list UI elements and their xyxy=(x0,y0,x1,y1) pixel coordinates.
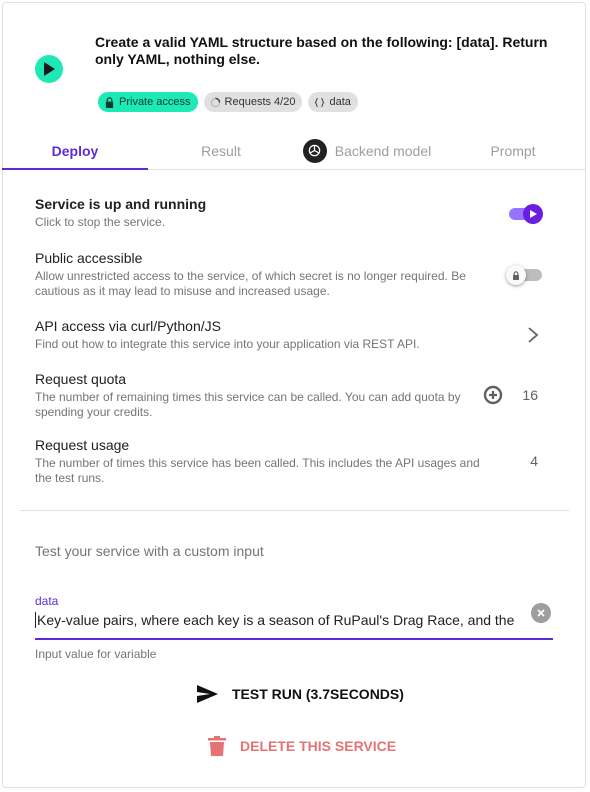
api-access-row[interactable]: API access via curl/Python/JS Find out h… xyxy=(35,318,555,352)
tab-label: Result xyxy=(201,142,241,159)
requests-chip[interactable]: Requests 4/20 xyxy=(203,92,303,112)
test-run-button[interactable]: TEST RUN (3.7SECONDS) xyxy=(196,682,404,706)
private-access-chip[interactable]: Private access xyxy=(98,92,198,112)
braces-icon xyxy=(314,97,326,107)
public-access-toggle[interactable] xyxy=(506,265,542,285)
variable-chip[interactable]: data xyxy=(308,92,358,112)
play-icon xyxy=(530,210,537,218)
lock-icon xyxy=(513,270,519,280)
data-input-field[interactable]: data Key-value pairs, where each key is … xyxy=(35,592,553,640)
chevron-right-icon[interactable] xyxy=(526,325,540,345)
data-input[interactable]: Key-value pairs, where each key is a sea… xyxy=(35,612,517,628)
button-label: DELETE THIS SERVICE xyxy=(240,738,397,754)
play-icon[interactable] xyxy=(35,55,63,83)
tab-label: Deploy xyxy=(51,142,99,159)
openai-logo-icon xyxy=(302,138,327,163)
add-quota-icon[interactable] xyxy=(482,384,504,406)
button-label: TEST RUN (3.7SECONDS) xyxy=(232,686,404,702)
public-access-row[interactable]: Public accessible Allow unrestricted acc… xyxy=(35,250,555,299)
tab-backend-model[interactable]: Backend model xyxy=(294,132,440,169)
row-title: Service is up and running xyxy=(35,196,207,212)
row-title: Request usage xyxy=(35,437,130,453)
prompt-title: Create a valid YAML structure based on t… xyxy=(95,34,548,67)
chip-label: data xyxy=(329,96,351,108)
chip-label: Requests 4/20 xyxy=(224,96,296,108)
row-desc: Click to stop the service. xyxy=(35,215,166,229)
tab-bar: Deploy Result Backend model Prompt xyxy=(2,132,586,170)
usage-value: 4 xyxy=(530,453,538,469)
field-helper: Input value for variable xyxy=(35,647,157,661)
chip-label: Private access xyxy=(119,96,191,108)
service-toggle[interactable] xyxy=(509,204,543,224)
field-label: data xyxy=(35,594,59,608)
test-heading: Test your service with a custom input xyxy=(35,543,264,559)
tab-label: Prompt xyxy=(490,142,536,159)
trash-icon xyxy=(208,736,226,756)
request-usage-row: Request usage The number of times this s… xyxy=(35,437,555,486)
service-status-row[interactable]: Service is up and running Click to stop … xyxy=(35,196,555,230)
send-icon xyxy=(197,685,218,703)
progress-ring-icon xyxy=(210,97,220,107)
row-desc: Allow unrestricted access to the service… xyxy=(35,269,466,298)
tab-prompt[interactable]: Prompt xyxy=(440,132,586,169)
delete-service-button[interactable]: DELETE THIS SERVICE xyxy=(208,734,396,758)
row-title: Public accessible xyxy=(35,250,143,266)
row-desc: Find out how to integrate this service i… xyxy=(35,337,420,351)
clear-input-icon[interactable] xyxy=(531,603,551,623)
row-desc: The number of remaining times this servi… xyxy=(35,390,461,419)
quota-value: 16 xyxy=(522,387,538,403)
tab-label: Backend model xyxy=(334,142,432,159)
tab-result[interactable]: Result xyxy=(148,132,294,169)
chip-row: Private access Requests 4/20 data xyxy=(98,92,358,112)
lock-icon xyxy=(105,96,114,108)
row-title: API access via curl/Python/JS xyxy=(35,318,221,334)
row-desc: The number of times this service has bee… xyxy=(35,456,480,485)
tab-deploy[interactable]: Deploy xyxy=(2,132,148,170)
divider xyxy=(20,510,569,511)
row-title: Request quota xyxy=(35,371,127,387)
request-quota-row: Request quota The number of remaining ti… xyxy=(35,371,555,420)
toggle-thumb xyxy=(506,265,526,285)
toggle-thumb xyxy=(523,204,543,224)
